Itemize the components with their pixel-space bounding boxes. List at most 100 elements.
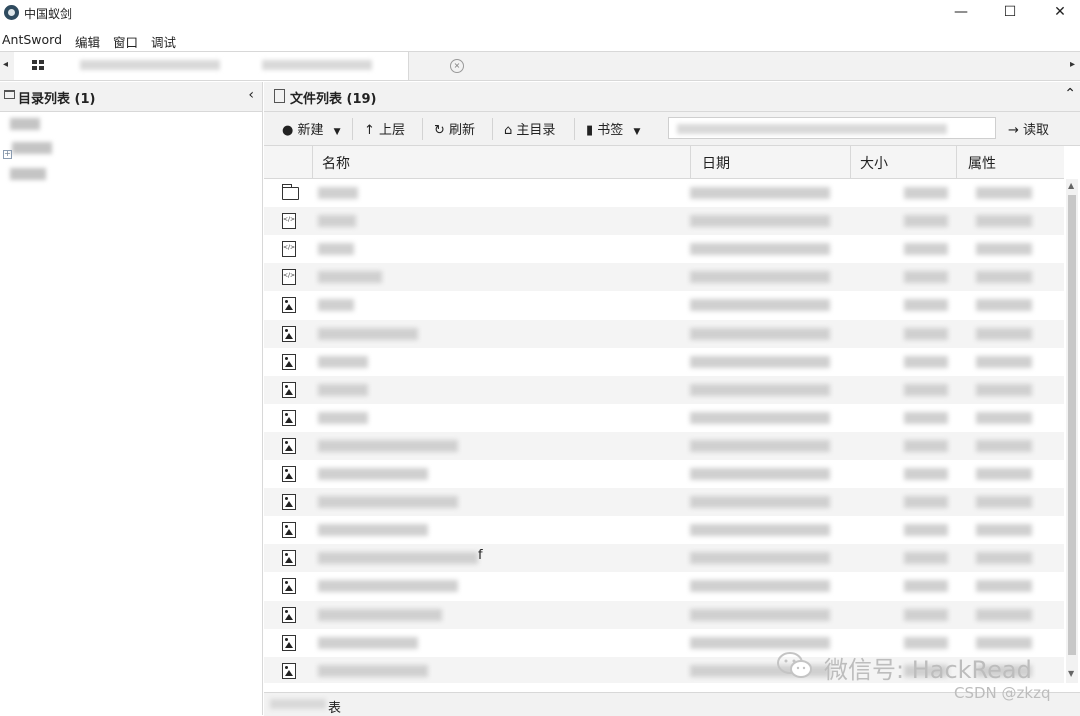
- tree-expand-icon[interactable]: +: [3, 150, 12, 159]
- refresh-button-label: 刷新: [449, 123, 476, 138]
- tab-connection[interactable]: ×: [62, 52, 464, 80]
- vertical-scrollbar[interactable]: ▲ ▼: [1066, 179, 1078, 683]
- redacted-file-name: [318, 411, 368, 424]
- redacted-file-name: [318, 383, 368, 396]
- redacted-file-date: [690, 439, 830, 452]
- plus-circle-icon: ●: [282, 123, 294, 138]
- redacted-file-size: [904, 439, 948, 452]
- redacted-file-date: [690, 383, 830, 396]
- redacted-file-size: [904, 215, 948, 228]
- menu-edit[interactable]: 编辑: [75, 32, 100, 51]
- close-tab-icon[interactable]: ×: [450, 59, 464, 73]
- redacted-file-name: [318, 664, 428, 677]
- image-file-icon: [282, 522, 296, 539]
- column-divider: [850, 146, 851, 178]
- image-file-icon: [282, 662, 296, 679]
- maximize-button[interactable]: ☐: [987, 0, 1033, 26]
- scroll-up-icon[interactable]: ▲: [1068, 181, 1074, 190]
- redacted-file-date: [690, 215, 830, 228]
- redacted-tree-node[interactable]: [12, 142, 52, 154]
- redacted-file-size: [904, 580, 948, 593]
- redacted-file-attributes: [976, 468, 1032, 480]
- redacted-file-name: [318, 636, 418, 649]
- file-row[interactable]: [264, 572, 1064, 600]
- redacted-file-date: [690, 187, 830, 199]
- redacted-file-attributes: [976, 243, 1032, 256]
- redacted-file-name: [318, 439, 458, 452]
- redacted-file-size: [904, 636, 948, 649]
- scroll-down-icon[interactable]: ▼: [1068, 669, 1074, 678]
- new-button[interactable]: ● 新建 ▼: [282, 119, 341, 138]
- file-row[interactable]: [264, 404, 1064, 432]
- redacted-file-attributes: [976, 411, 1032, 424]
- file-row[interactable]: [264, 488, 1064, 517]
- redacted-file-name: [318, 215, 356, 228]
- path-input[interactable]: [668, 117, 996, 139]
- menu-debug[interactable]: 调试: [151, 32, 176, 51]
- file-row[interactable]: [264, 460, 1064, 488]
- redacted-file-date: [690, 524, 830, 537]
- redacted-file-size: [904, 468, 948, 480]
- up-button[interactable]: ↑ 上层: [364, 119, 405, 138]
- menu-window[interactable]: 窗口: [113, 32, 138, 51]
- redacted-file-size: [904, 383, 948, 396]
- tab-dashboard[interactable]: [14, 52, 63, 80]
- new-button-label: 新建: [297, 123, 324, 138]
- refresh-button[interactable]: ↻ 刷新: [434, 119, 475, 138]
- redacted-file-size: [904, 496, 948, 509]
- file-row[interactable]: [264, 600, 1064, 629]
- file-row[interactable]: f: [264, 544, 1064, 573]
- file-row[interactable]: [264, 431, 1064, 460]
- file-row[interactable]: [264, 319, 1064, 348]
- file-row[interactable]: [264, 375, 1064, 404]
- redacted-path: [677, 124, 947, 134]
- arrow-right-icon: →: [1008, 123, 1019, 138]
- toolbar-divider: [574, 118, 575, 140]
- image-file-icon: [282, 353, 296, 370]
- redacted-file-attributes: [976, 355, 1032, 368]
- directory-panel-header: 目录列表 (1) ‹: [0, 82, 262, 112]
- bookmark-button[interactable]: ▮ 书签 ▼: [586, 119, 640, 138]
- code-file-icon: [282, 269, 296, 286]
- file-row[interactable]: [264, 235, 1064, 263]
- redacted-file-date: [690, 636, 830, 649]
- redacted-file-date: [690, 355, 830, 368]
- tab-strip: ◂ × ▸: [0, 51, 1080, 81]
- redacted-file-attributes: [976, 439, 1032, 452]
- column-divider: [690, 146, 691, 178]
- column-header-date[interactable]: 日期: [702, 153, 730, 173]
- toolbar-divider: [422, 118, 423, 140]
- file-row[interactable]: [264, 263, 1064, 292]
- file-row[interactable]: [264, 348, 1064, 376]
- tabs-scroll-left-icon[interactable]: ◂: [3, 59, 8, 70]
- image-file-icon: [282, 494, 296, 511]
- menu-antsword[interactable]: AntSword: [2, 32, 62, 47]
- file-row[interactable]: [264, 516, 1064, 544]
- redacted-file-size: [904, 299, 948, 312]
- redacted-file-name: [318, 187, 358, 199]
- menu-bar: AntSword 编辑 窗口 调试: [0, 28, 1080, 51]
- column-header-attributes[interactable]: 属性: [968, 153, 996, 173]
- chevron-down-icon: ▼: [633, 127, 641, 137]
- scrollbar-thumb[interactable]: [1068, 195, 1076, 655]
- file-row[interactable]: [264, 207, 1064, 236]
- redacted-file-date: [690, 580, 830, 593]
- folder-icon: [4, 90, 15, 99]
- redacted-file-date: [690, 271, 830, 284]
- close-button[interactable]: ✕: [1037, 0, 1080, 26]
- redacted-tree-node[interactable]: [10, 168, 46, 180]
- collapse-panel-icon[interactable]: ‹: [248, 87, 254, 103]
- read-button[interactable]: → 读取: [1008, 119, 1049, 138]
- redacted-tree-node[interactable]: [10, 118, 40, 130]
- column-header-size[interactable]: 大小: [860, 153, 888, 173]
- tabs-scroll-right-icon[interactable]: ▸: [1070, 59, 1075, 70]
- file-row[interactable]: [264, 179, 1064, 207]
- column-header-name[interactable]: 名称: [322, 153, 350, 173]
- file-row[interactable]: [264, 291, 1064, 319]
- home-button[interactable]: ⌂ 主目录: [504, 119, 555, 138]
- grid-icon: [32, 60, 44, 70]
- refresh-icon: ↻: [434, 123, 445, 138]
- watermark-text: 微信号: HackRead: [824, 656, 1032, 684]
- minimize-button[interactable]: —: [938, 0, 984, 26]
- collapse-panel-icon[interactable]: ⌃: [1064, 86, 1076, 102]
